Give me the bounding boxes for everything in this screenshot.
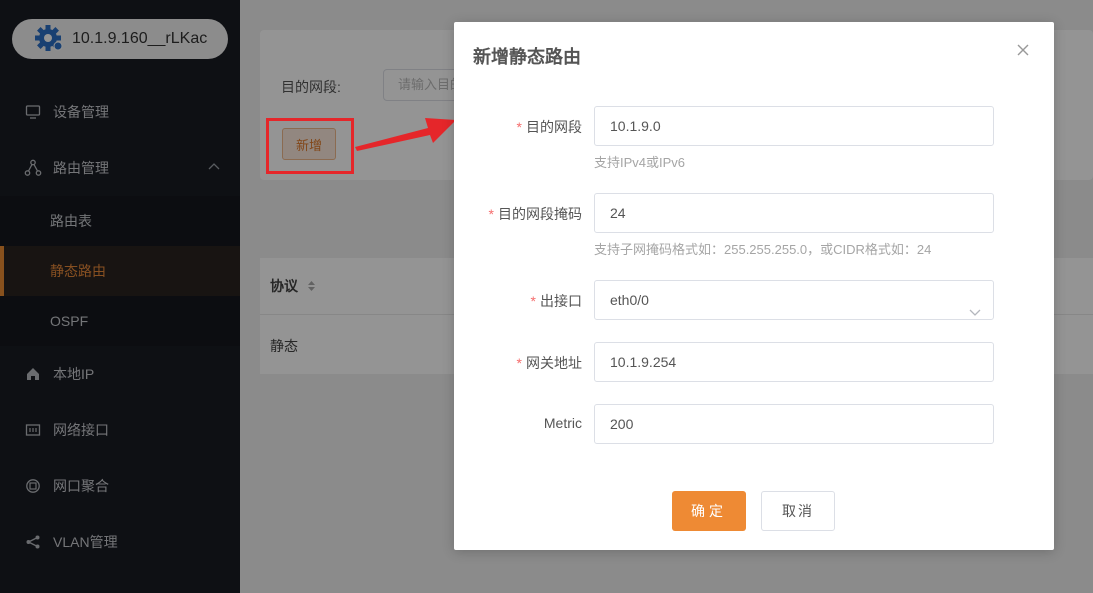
form-row-mask: * 目的网段掩码 24 支持子网掩码格式如：255.255.255.0，或CIDR… <box>454 193 1054 257</box>
out-interface-select[interactable]: eth0/0 <box>594 280 994 320</box>
form-row-dest: * 目的网段 10.1.9.0 支持IPv4或IPv6 <box>454 106 1054 170</box>
form-row-metric: Metric 200 <box>454 404 1054 444</box>
dest-network-input[interactable]: 10.1.9.0 <box>594 106 994 146</box>
metric-input[interactable]: 200 <box>594 404 994 444</box>
annotation-arrow-icon <box>355 118 456 151</box>
required-mark: * <box>488 206 494 222</box>
field-label-text: 出接口 <box>540 293 582 309</box>
field-label: * 目的网段 <box>517 117 582 137</box>
field-hint: 支持子网掩码格式如：255.255.255.0，或CIDR格式如：24 <box>594 242 932 257</box>
required-mark: * <box>530 293 536 309</box>
close-icon[interactable] <box>1014 40 1032 58</box>
required-mark: * <box>516 355 522 371</box>
field-label-text: 目的网段掩码 <box>498 206 582 222</box>
field-label: * 网关地址 <box>517 353 582 373</box>
field-label: * 出接口 <box>531 291 582 311</box>
form-row-iface: * 出接口 eth0/0 <box>454 280 1054 320</box>
select-value: eth0/0 <box>610 292 649 308</box>
confirm-button[interactable]: 确定 <box>672 491 746 531</box>
field-hint: 支持IPv4或IPv6 <box>594 155 686 170</box>
dest-mask-input[interactable]: 24 <box>594 193 994 233</box>
cancel-button[interactable]: 取消 <box>761 491 835 531</box>
field-label-text: 网关地址 <box>526 355 582 371</box>
field-label-text: 目的网段 <box>526 119 582 135</box>
add-static-route-dialog: 新增静态路由 * 目的网段 10.1.9.0 支持IPv4或IPv6 * 目的网段掩… <box>454 22 1054 550</box>
required-mark: * <box>516 119 522 135</box>
gateway-input[interactable]: 10.1.9.254 <box>594 342 994 382</box>
form-row-gateway: * 网关地址 10.1.9.254 <box>454 342 1054 382</box>
add-button-highlight <box>266 118 354 174</box>
field-label: Metric <box>543 415 582 431</box>
chevron-down-icon <box>969 294 981 332</box>
dialog-title: 新增静态路由 <box>473 47 581 67</box>
field-label: * 目的网段掩码 <box>489 204 582 224</box>
